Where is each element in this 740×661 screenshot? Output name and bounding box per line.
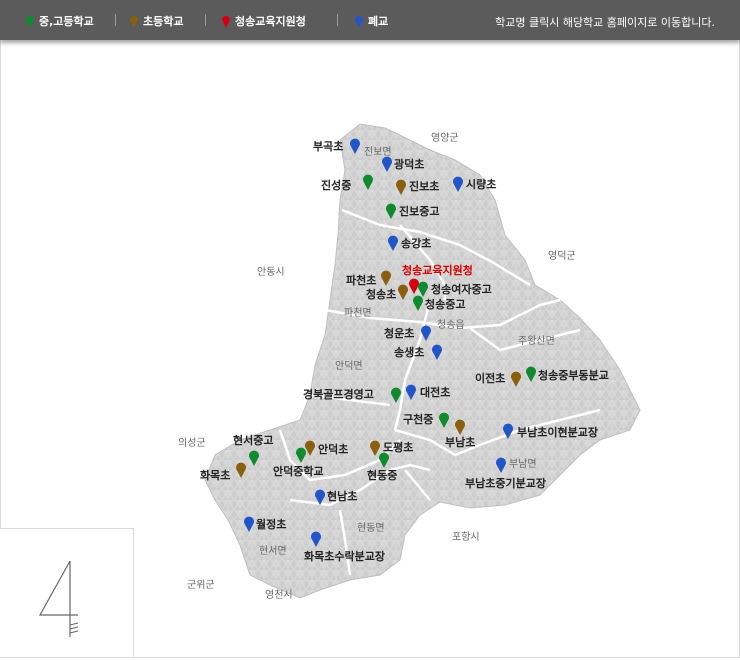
legend-bar: 중,고등학교 초등학교 청송교육지원청 폐교 학교명 클릭시 해당학교 홈페이지…: [0, 0, 740, 40]
closed-school-pin-icon: [350, 138, 360, 154]
legend-divider: [205, 14, 206, 26]
closed-school-pin-icon: [388, 235, 398, 251]
school-link-gwangdeok[interactable]: 광덕초: [394, 158, 424, 171]
school-link-cheongun[interactable]: 청운초: [384, 327, 414, 340]
school-link-andeok-middle[interactable]: 안덕중학교: [273, 465, 324, 478]
school-link-songgang[interactable]: 송강초: [401, 237, 431, 250]
school-link-jinseong[interactable]: 진성중: [321, 179, 351, 192]
school-link-golf[interactable]: 경북골프경영고: [303, 388, 374, 401]
region-label-andong: 안동시: [257, 267, 285, 278]
district-label-andeok: 안덕면: [335, 361, 363, 372]
legend-label-closed: 폐교: [368, 15, 389, 28]
school-link-hwamok[interactable]: 화목초: [200, 469, 230, 482]
school-link-hyeonnam[interactable]: 현남초: [327, 490, 357, 503]
legend-item-office: 청송교육지원청: [221, 12, 306, 30]
secondary-school-pin-icon: [363, 174, 373, 190]
legend-item-elementary: 초등학교: [129, 12, 183, 30]
school-link-jinbo-elem[interactable]: 진보초: [409, 180, 439, 193]
school-link-woljeong[interactable]: 월정초: [256, 518, 286, 531]
school-link-bunam-junggi[interactable]: 부남초중기분교장: [465, 477, 546, 490]
school-link-cheongsong-elem[interactable]: 청송초: [366, 288, 396, 301]
education-office-link[interactable]: 청송교육지원청: [402, 264, 473, 277]
school-link-andeok-elem[interactable]: 안덕초: [318, 443, 348, 456]
elementary-school-pin-icon: [396, 179, 406, 195]
secondary-school-pin-icon: [249, 450, 259, 466]
region-label-pohang: 포항시: [452, 532, 480, 543]
school-link-hyeonseo-middle[interactable]: 현서중고: [233, 434, 273, 447]
district-label-hyeondong: 현동면: [357, 523, 385, 534]
school-link-bunam-ihyeon[interactable]: 부남초이현분교장: [517, 426, 598, 439]
secondary-school-pin-icon: [296, 447, 306, 463]
blue-pin-icon: [355, 16, 363, 28]
region-label-yeongcheon: 영천시: [265, 590, 293, 601]
legend-divider: [115, 14, 116, 26]
district-label-parcheon: 파천면: [344, 308, 372, 319]
closed-school-pin-icon: [421, 325, 431, 341]
north-arrow-icon: [38, 560, 79, 637]
school-link-bunam[interactable]: 부남초: [445, 436, 475, 449]
elementary-school-pin-icon: [511, 371, 521, 387]
legend-label-secondary: 중,고등학교: [39, 15, 94, 28]
secondary-school-pin-icon: [439, 412, 449, 428]
school-link-hyeondong[interactable]: 현동중: [367, 469, 397, 482]
closed-school-pin-icon: [382, 156, 392, 172]
elementary-school-pin-icon: [381, 270, 391, 286]
closed-school-pin-icon: [453, 176, 463, 192]
brown-pin-icon: [130, 16, 138, 28]
school-link-parcheon[interactable]: 파천초: [346, 274, 376, 287]
secondary-school-pin-icon: [391, 387, 401, 403]
school-link-cheongsong-middle[interactable]: 청송중고: [425, 298, 465, 311]
district-label-hyeonseo: 현서면: [259, 546, 287, 557]
school-link-bugok[interactable]: 부곡초: [313, 140, 343, 153]
region-label-yeongyang: 영양군: [431, 133, 459, 144]
elementary-school-pin-icon: [455, 419, 465, 435]
region-label-gunwi: 군위군: [187, 580, 215, 591]
school-link-cheongsong-girls[interactable]: 청송여자중고: [431, 283, 492, 296]
region-label-uiseong: 의성군: [178, 438, 206, 449]
legend-note: 학교명 클릭시 해당학교 홈페이지로 이동합니다.: [495, 16, 715, 29]
compass-box: [0, 528, 134, 657]
closed-school-pin-icon: [244, 516, 254, 532]
school-link-ijeon[interactable]: 이전초: [475, 372, 505, 385]
school-link-cheongsong-bunggyo[interactable]: 청송중부동분교: [538, 369, 609, 382]
legend-divider: [337, 14, 338, 26]
secondary-school-pin-icon: [379, 452, 389, 468]
elementary-school-pin-icon: [398, 284, 408, 300]
region-label-yeongdeok: 영덕군: [548, 251, 576, 262]
school-link-daejeon[interactable]: 대전초: [420, 386, 450, 399]
school-link-jinbo-middle[interactable]: 진보중고: [399, 205, 439, 218]
legend-label-elementary: 초등학교: [143, 15, 184, 28]
district-label-jucwang: 주왕산면: [518, 336, 555, 347]
closed-school-pin-icon: [503, 423, 513, 439]
elementary-school-pin-icon: [236, 462, 246, 478]
school-link-songsaeng[interactable]: 송생초: [394, 346, 424, 359]
secondary-school-pin-icon: [526, 366, 536, 382]
school-link-sirang[interactable]: 시량초: [466, 178, 496, 191]
red-pin-icon: [222, 16, 230, 28]
closed-school-pin-icon: [406, 384, 416, 400]
closed-school-pin-icon: [496, 457, 506, 473]
green-pin-icon: [26, 16, 34, 28]
legend-item-secondary: 중,고등학교: [25, 12, 94, 30]
district-label-bunam: 부남면: [509, 459, 537, 470]
closed-school-pin-icon: [315, 489, 325, 505]
legend-label-office: 청송교육지원청: [235, 15, 306, 28]
school-link-gucheon[interactable]: 구천중: [403, 413, 433, 426]
closed-school-pin-icon: [311, 531, 321, 547]
secondary-school-pin-icon: [413, 295, 423, 311]
school-link-dopyeong[interactable]: 도평초: [383, 441, 413, 454]
district-label-cheongsong: 청송읍: [437, 320, 465, 331]
legend-item-closed: 폐교: [354, 12, 388, 30]
closed-school-pin-icon: [432, 344, 442, 360]
school-link-hwamok-surak[interactable]: 화목초수락분교장: [304, 550, 385, 563]
secondary-school-pin-icon: [386, 203, 396, 219]
